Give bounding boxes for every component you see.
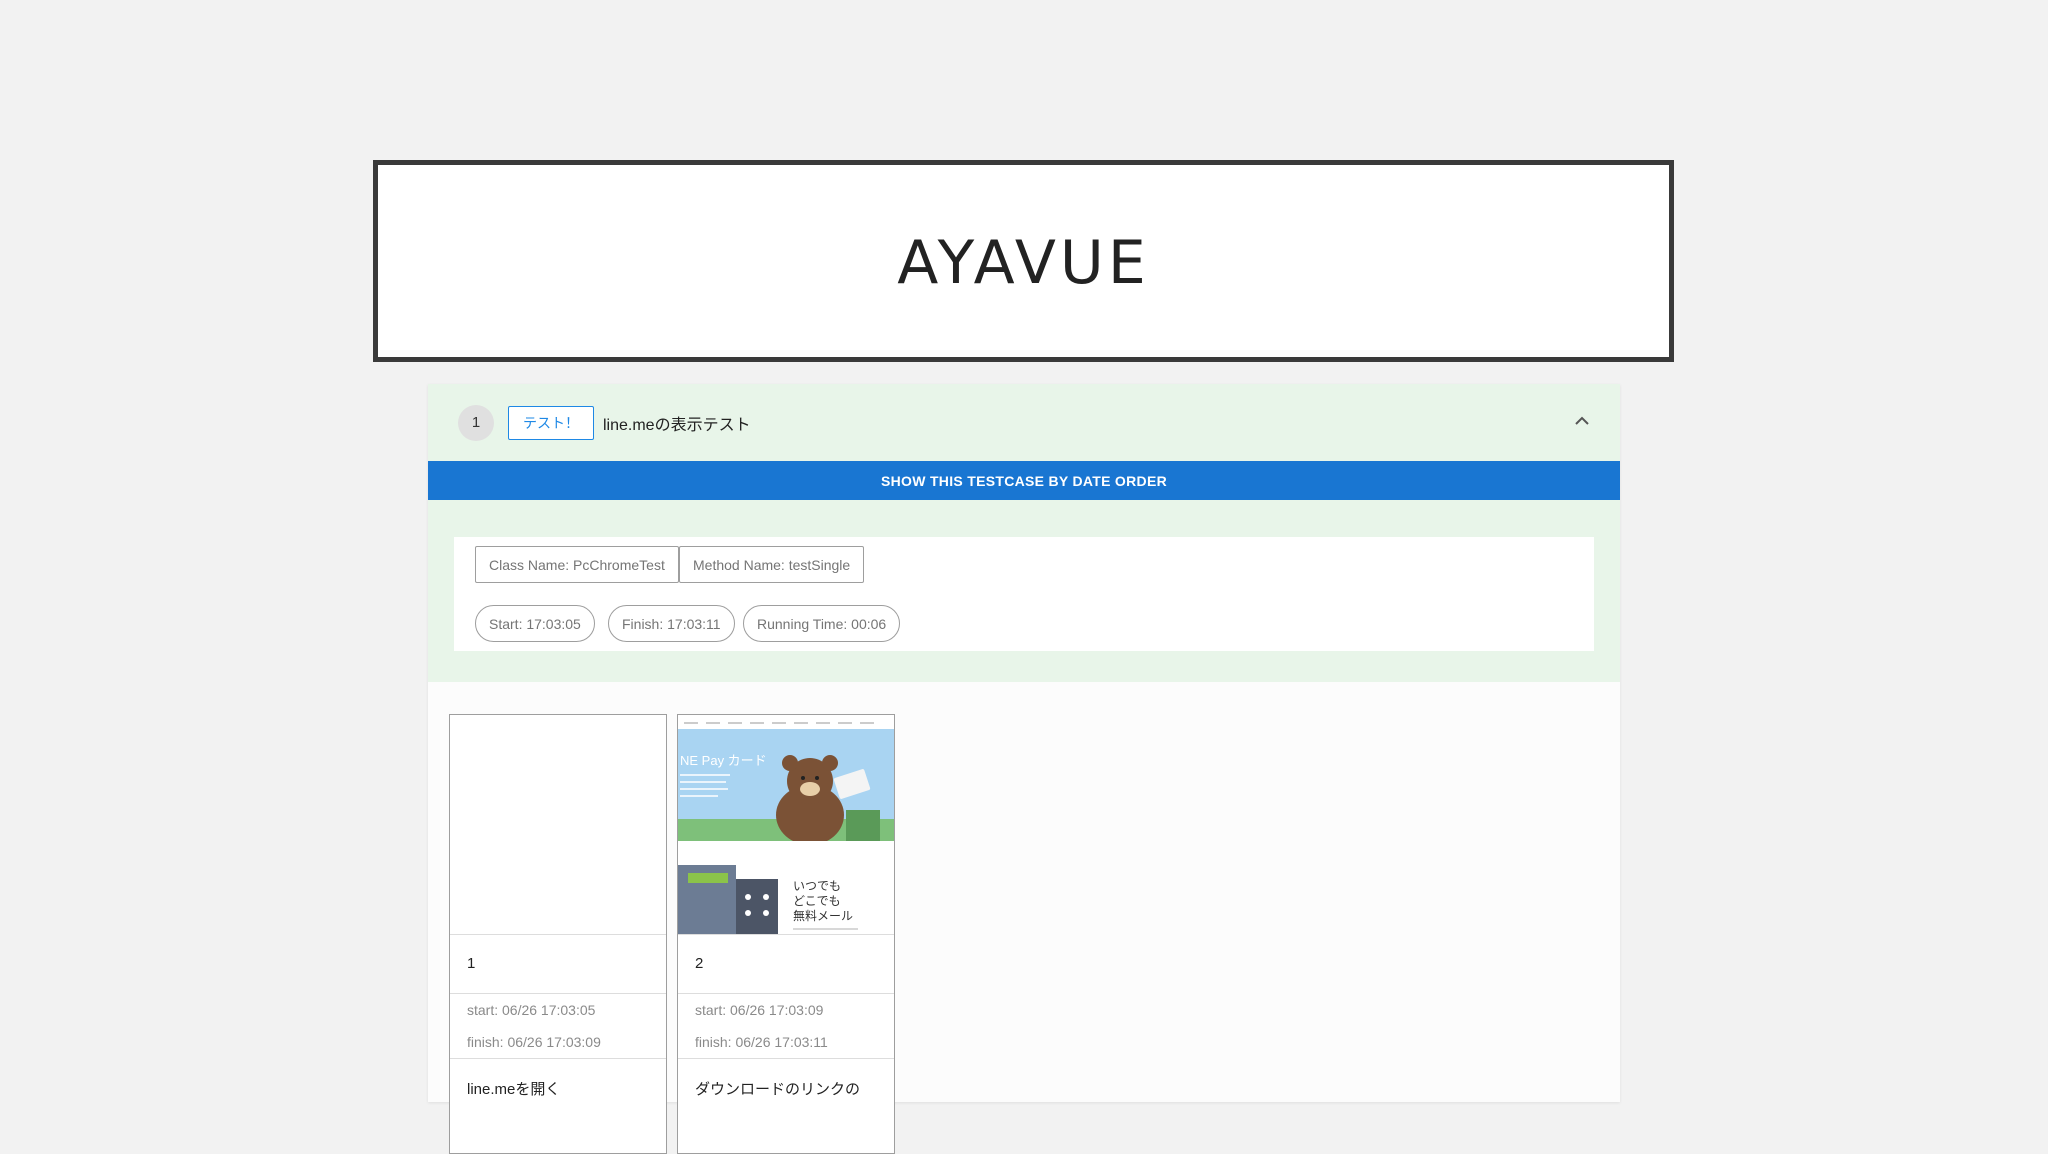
testcase-number-chip: 1 [458,404,494,441]
testcase-info-section: Class Name: PcChromeTest Method Name: te… [428,500,1620,682]
screenshot-index: 1 [467,955,476,972]
screenshot-thumbnail[interactable]: NE Pay カード いつでも どこでも 無料メール [678,715,894,934]
thumbnail-feature-line-3: 無料メール [793,908,853,923]
running-time-chip: Running Time: 00:06 [743,605,901,642]
app-logo-banner: AYAVUE [373,160,1674,362]
screenshot-finish-time: finish: 06/26 17:03:11 [695,1034,828,1050]
app-logo: AYAVUE [897,228,1150,298]
divider [450,1058,666,1059]
screenshot-thumbnail[interactable] [450,715,666,934]
screenshot-start-time: start: 06/26 17:03:05 [467,1002,596,1018]
testcase-tag-chip: テスト！ [508,405,594,440]
screenshot-description: ダウンロードのリンクの [695,1081,861,1098]
start-time-chip: Start: 17:03:05 [475,605,595,642]
chevron-up-icon[interactable] [1572,411,1592,431]
screenshot-start-time: start: 06/26 17:03:09 [695,1002,824,1018]
class-name-chip: Class Name: PcChromeTest [475,546,679,583]
divider [678,993,894,994]
screenshot-card[interactable]: NE Pay カード いつでも どこでも 無料メール 2 start: 06/2… [677,714,895,1154]
testcase-title: line.meの表示テスト [603,416,751,434]
thumbnail-feature-line-2: どこでも [793,894,841,908]
screenshot-card[interactable]: 1 start: 06/26 17:03:05 finish: 06/26 17… [449,714,667,1154]
testcase-info-card: Class Name: PcChromeTest Method Name: te… [454,537,1594,651]
finish-time-chip: Finish: 17:03:11 [608,605,735,642]
thumbnail-feature-line-1: いつでも [793,879,841,893]
divider [678,1058,894,1059]
screenshot-finish-time: finish: 06/26 17:03:09 [467,1034,601,1050]
line-site-screenshot-image: NE Pay カード いつでも どこでも 無料メール [678,715,894,934]
screenshot-index: 2 [695,955,704,972]
divider [450,934,666,935]
divider [450,993,666,994]
method-name-chip: Method Name: testSingle [679,546,865,583]
thumbnail-banner-title: NE Pay カード [680,753,767,768]
divider [678,934,894,935]
show-by-date-order-button[interactable]: SHOW THIS TESTCASE BY DATE ORDER [428,461,1620,500]
screenshot-description: line.meを開く [467,1081,561,1098]
testcase-header[interactable]: 1 テスト！ line.meの表示テスト [428,384,1620,461]
